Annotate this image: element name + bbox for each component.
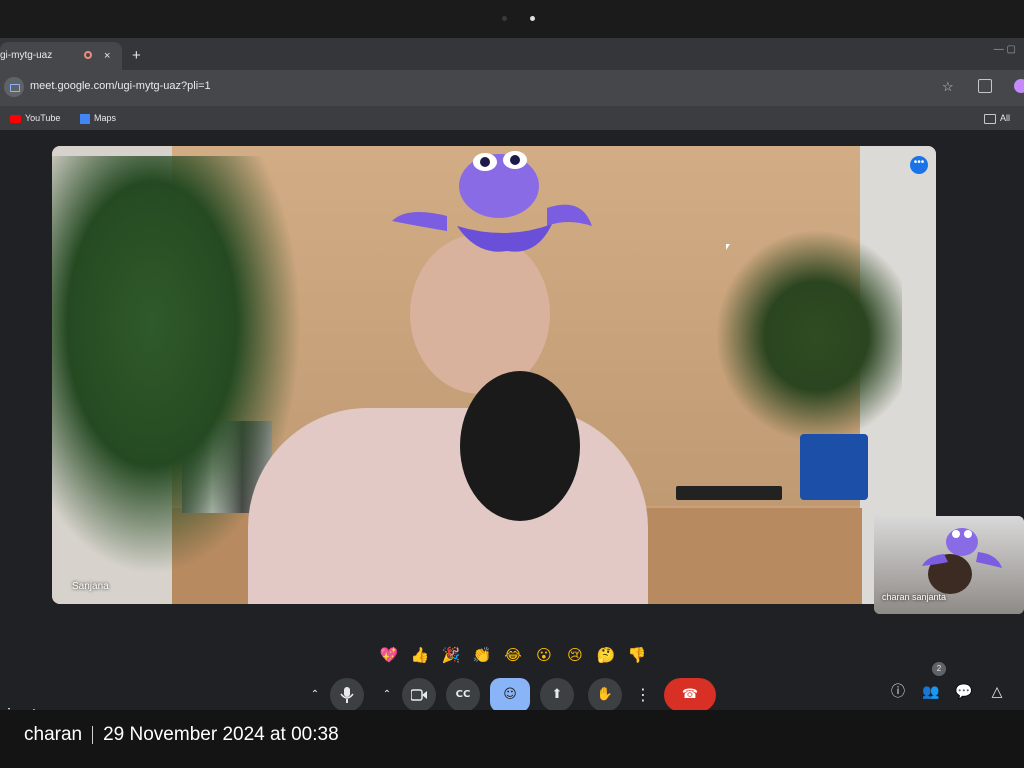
address-bar: meet.google.com/ugi-mytg-uaz?pli=1 ☆ — [0, 70, 1024, 106]
mic-options-button[interactable]: ⌃ — [302, 678, 328, 710]
bookmarks-bar: YouTube Maps All Boo — [0, 106, 1024, 139]
self-name-label: charan sanjanta — [882, 592, 947, 602]
reaction-button[interactable]: 😂 — [502, 644, 524, 666]
bookmark-youtube[interactable]: YouTube — [10, 110, 60, 126]
stamp-user: charan — [24, 724, 83, 745]
more-options-button[interactable]: ⋮ — [630, 678, 656, 710]
folder-icon — [984, 113, 996, 124]
emoji-reactions-button[interactable]: ☺ — [490, 678, 530, 710]
tab-title: gi-mytg-uaz — [0, 50, 53, 61]
participant-hair — [460, 371, 580, 521]
meet-stage: ••• Sanjana charan sanjanta 💖 👍 🎉 👏 😂 😮 😢 🤔 👎 gi… — [0, 130, 1024, 710]
new-tab-button[interactable]: + — [132, 42, 141, 70]
mouse-cursor-icon — [726, 244, 730, 250]
activities-button[interactable]: △ — [987, 682, 1007, 702]
reaction-button[interactable]: 😢 — [564, 644, 586, 666]
reactions-bar: 💖 👍 🎉 👏 😂 😮 😢 🤔 👎 — [378, 644, 648, 666]
octopus-effect-self — [922, 528, 1002, 568]
octopus-effect — [392, 151, 592, 252]
url-field[interactable]: meet.google.com/ugi-mytg-uaz?pli=1 — [30, 80, 211, 92]
reaction-button[interactable]: 🤔 — [595, 644, 617, 666]
captions-button[interactable]: CC — [446, 678, 480, 710]
stamp-datetime: 29 November 2024 at 00:38 — [103, 724, 339, 745]
people-button[interactable]: 👥 — [921, 682, 941, 702]
bookmark-maps[interactable]: Maps — [80, 110, 116, 126]
chat-button[interactable]: 💬 — [954, 682, 974, 702]
microphone-button[interactable] — [330, 678, 364, 710]
webcam-light-icon — [530, 16, 535, 21]
camera-icon — [410, 688, 427, 701]
reaction-button[interactable]: 💖 — [378, 644, 400, 666]
participant-head — [410, 234, 550, 394]
present-button[interactable]: ⬆ — [540, 678, 574, 710]
participant-body — [248, 408, 648, 604]
tab-close-button[interactable]: × — [104, 42, 110, 70]
bookmark-star-icon[interactable]: ☆ — [942, 79, 954, 95]
webcam-icon — [502, 16, 507, 21]
photo-stamp: charan 29 November 2024 at 00:38 — [24, 724, 339, 746]
laptop-bezel — [0, 0, 1024, 38]
youtube-icon — [10, 114, 21, 123]
self-video-tile[interactable]: charan sanjanta — [874, 516, 1024, 614]
participant-name-label: Sanjana — [72, 581, 109, 592]
more-options-tile-button[interactable]: ••• — [910, 156, 928, 174]
meeting-code: gi-mytg-uaz — [0, 706, 67, 710]
reaction-button[interactable]: 👍 — [409, 644, 431, 666]
microphone-icon — [340, 686, 354, 703]
profile-avatar[interactable] — [1014, 79, 1024, 93]
reaction-button[interactable]: 🎉 — [440, 644, 462, 666]
main-video-tile[interactable]: ••• Sanjana — [52, 146, 936, 604]
leave-call-button[interactable]: ☎ — [664, 678, 716, 710]
stamp-divider — [92, 725, 94, 744]
tab-bar: gi-mytg-uaz × + — ▢ — [0, 38, 1024, 70]
reaction-button[interactable]: 😮 — [533, 644, 555, 666]
meeting-details-button[interactable]: ⓘ — [888, 682, 908, 702]
meet-site-icon[interactable] — [4, 77, 24, 97]
tab-meet[interactable]: gi-mytg-uaz × — [0, 42, 122, 70]
extensions-icon[interactable] — [978, 79, 992, 93]
video-plant-right — [712, 226, 902, 446]
camera-button[interactable] — [402, 678, 436, 710]
raise-hand-button[interactable]: ✋ — [588, 678, 622, 710]
reaction-button[interactable]: 👎 — [626, 644, 648, 666]
bookmark-label: Maps — [94, 113, 117, 123]
maps-icon — [80, 113, 90, 124]
window-controls[interactable]: — ▢ — [994, 44, 1016, 55]
video-pot — [800, 434, 868, 500]
recording-icon — [84, 51, 92, 59]
reaction-button[interactable]: 👏 — [471, 644, 493, 666]
camera-options-button[interactable]: ⌃ — [374, 678, 400, 710]
screen: gi-mytg-uaz × + — ▢ meet.google.com/ugi-… — [0, 38, 1024, 710]
bookmark-label: YouTube — [25, 113, 61, 123]
participant-count-badge: 2 — [932, 662, 946, 676]
video-keyboard — [676, 486, 782, 500]
